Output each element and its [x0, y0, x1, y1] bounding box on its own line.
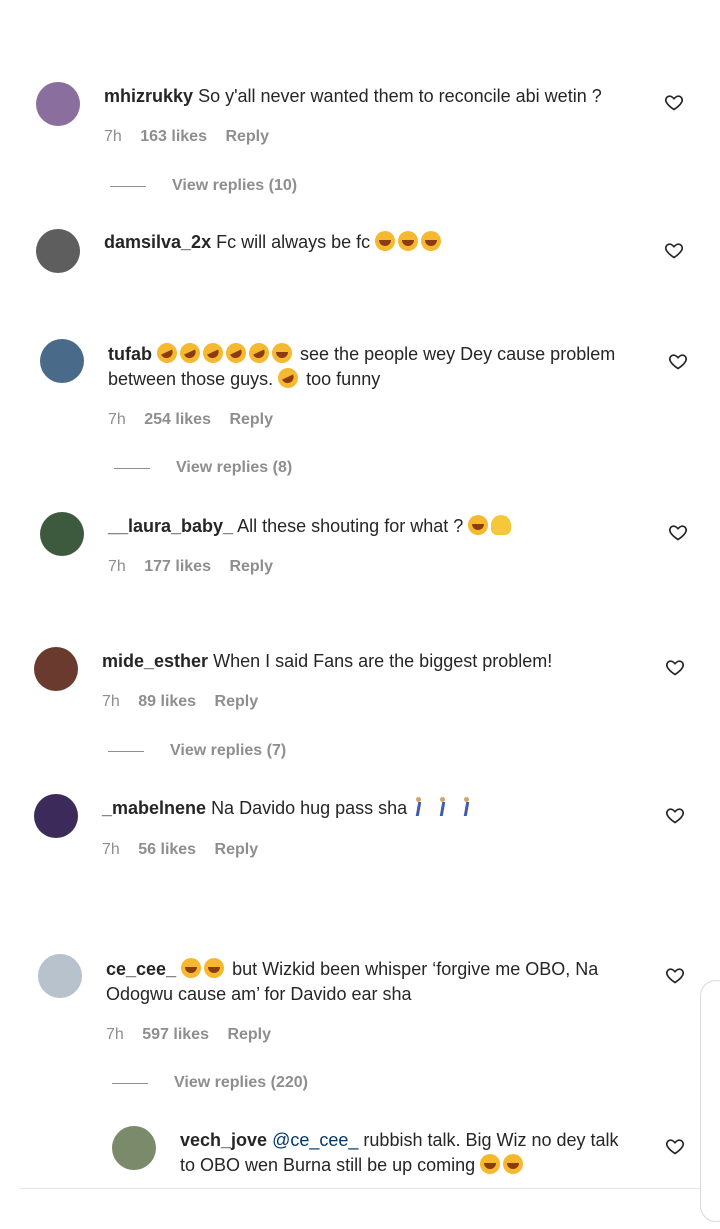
- laughing-emoji-icon: [503, 1154, 524, 1174]
- comment-time: 7h: [108, 411, 126, 428]
- comment-time: 7h: [106, 1026, 124, 1043]
- avatar[interactable]: [34, 794, 78, 838]
- laughing-emoji-icon: [480, 1154, 501, 1174]
- heart-outline-icon[interactable]: [668, 351, 688, 371]
- laughing-emoji-icon: [204, 958, 225, 978]
- comment-text: Fc will always be fc: [216, 232, 371, 252]
- heart-outline-icon[interactable]: [665, 805, 685, 825]
- comment-username[interactable]: mide_esther: [102, 651, 208, 671]
- avatar[interactable]: [40, 339, 84, 383]
- laughing-emoji-icon: [181, 958, 202, 978]
- comment-username[interactable]: ce_cee_: [106, 959, 176, 979]
- rofl-emoji-icon: [245, 339, 273, 367]
- reply-button[interactable]: Reply: [215, 693, 259, 710]
- view-replies-button[interactable]: View replies (8): [114, 459, 292, 477]
- avatar[interactable]: [36, 229, 80, 273]
- laughing-emoji-icon: [468, 515, 489, 535]
- rofl-emoji-icon: [199, 339, 227, 367]
- laughing-emoji-icon: [375, 231, 396, 251]
- comment-text-tail: too funny: [306, 369, 381, 389]
- heart-outline-icon[interactable]: [665, 657, 685, 677]
- comment-username[interactable]: vech_jove: [180, 1130, 267, 1150]
- heart-outline-icon[interactable]: [664, 92, 684, 112]
- heart-outline-icon[interactable]: [665, 1136, 685, 1156]
- view-replies-label: View replies (7): [170, 742, 287, 759]
- person-walking-emoji-icon: [436, 797, 448, 817]
- person-shrugging-emoji-icon: [491, 515, 512, 535]
- avatar[interactable]: [36, 82, 80, 126]
- divider: [108, 750, 144, 752]
- avatar[interactable]: [40, 512, 84, 556]
- comment-likes[interactable]: 56 likes: [138, 841, 196, 858]
- reply-button[interactable]: Reply: [215, 841, 259, 858]
- heart-outline-icon[interactable]: [664, 240, 684, 260]
- comment-text: Na Davido hug pass sha: [211, 798, 408, 818]
- comment-likes[interactable]: 254 likes: [144, 411, 211, 428]
- comment-text: All these shouting for what ?: [237, 516, 464, 536]
- divider: [114, 467, 150, 469]
- rofl-emoji-icon: [222, 339, 250, 367]
- comment-username[interactable]: tufab: [108, 344, 152, 364]
- comment-username[interactable]: mhizrukky: [104, 86, 193, 106]
- view-replies-button[interactable]: View replies (10): [110, 177, 297, 195]
- reply-button[interactable]: Reply: [225, 128, 269, 145]
- view-replies-button[interactable]: View replies (7): [108, 742, 286, 760]
- comment-username[interactable]: damsilva_2x: [104, 232, 211, 252]
- avatar[interactable]: [112, 1126, 156, 1170]
- laughing-emoji-icon: [398, 231, 419, 251]
- comment-likes[interactable]: 89 likes: [138, 693, 196, 710]
- divider: [20, 1188, 700, 1189]
- divider: [112, 1082, 148, 1084]
- comment-time: 7h: [104, 128, 122, 145]
- reply-button[interactable]: Reply: [227, 1026, 271, 1043]
- comment-time: 7h: [108, 558, 126, 575]
- avatar[interactable]: [38, 954, 82, 998]
- view-replies-button[interactable]: View replies (220): [112, 1074, 308, 1092]
- comment-time: 7h: [102, 693, 120, 710]
- comment-text: When I said Fans are the biggest problem…: [213, 651, 553, 671]
- mention-link[interactable]: @ce_cee_: [272, 1130, 358, 1150]
- rofl-emoji-icon: [153, 339, 181, 367]
- person-walking-emoji-icon: [412, 797, 424, 817]
- comment-likes[interactable]: 163 likes: [140, 128, 207, 145]
- comment-text: So y'all never wanted them to reconcile …: [198, 86, 602, 106]
- side-panel-handle[interactable]: [700, 980, 720, 1222]
- person-walking-emoji-icon: [460, 797, 472, 817]
- reply-button[interactable]: Reply: [229, 411, 273, 428]
- laughing-emoji-icon: [421, 231, 442, 251]
- comment-text: but Wizkid been whisper ‘forgive me OBO,…: [106, 959, 599, 1004]
- comment-likes[interactable]: 597 likes: [142, 1026, 209, 1043]
- divider: [110, 185, 146, 187]
- avatar[interactable]: [34, 647, 78, 691]
- reply-button[interactable]: Reply: [229, 558, 273, 575]
- view-replies-label: View replies (10): [172, 177, 298, 194]
- rofl-emoji-icon: [274, 364, 302, 392]
- view-replies-label: View replies (220): [174, 1074, 308, 1091]
- comment-username[interactable]: __laura_baby_: [108, 516, 233, 536]
- comment-username[interactable]: _mabelnene: [102, 798, 206, 818]
- rofl-emoji-icon: [176, 339, 204, 367]
- comment-time: 7h: [102, 841, 120, 858]
- heart-outline-icon[interactable]: [668, 522, 688, 542]
- view-replies-label: View replies (8): [176, 459, 293, 476]
- laughing-emoji-icon: [272, 343, 293, 363]
- comment-likes[interactable]: 177 likes: [144, 558, 211, 575]
- heart-outline-icon[interactable]: [665, 965, 685, 985]
